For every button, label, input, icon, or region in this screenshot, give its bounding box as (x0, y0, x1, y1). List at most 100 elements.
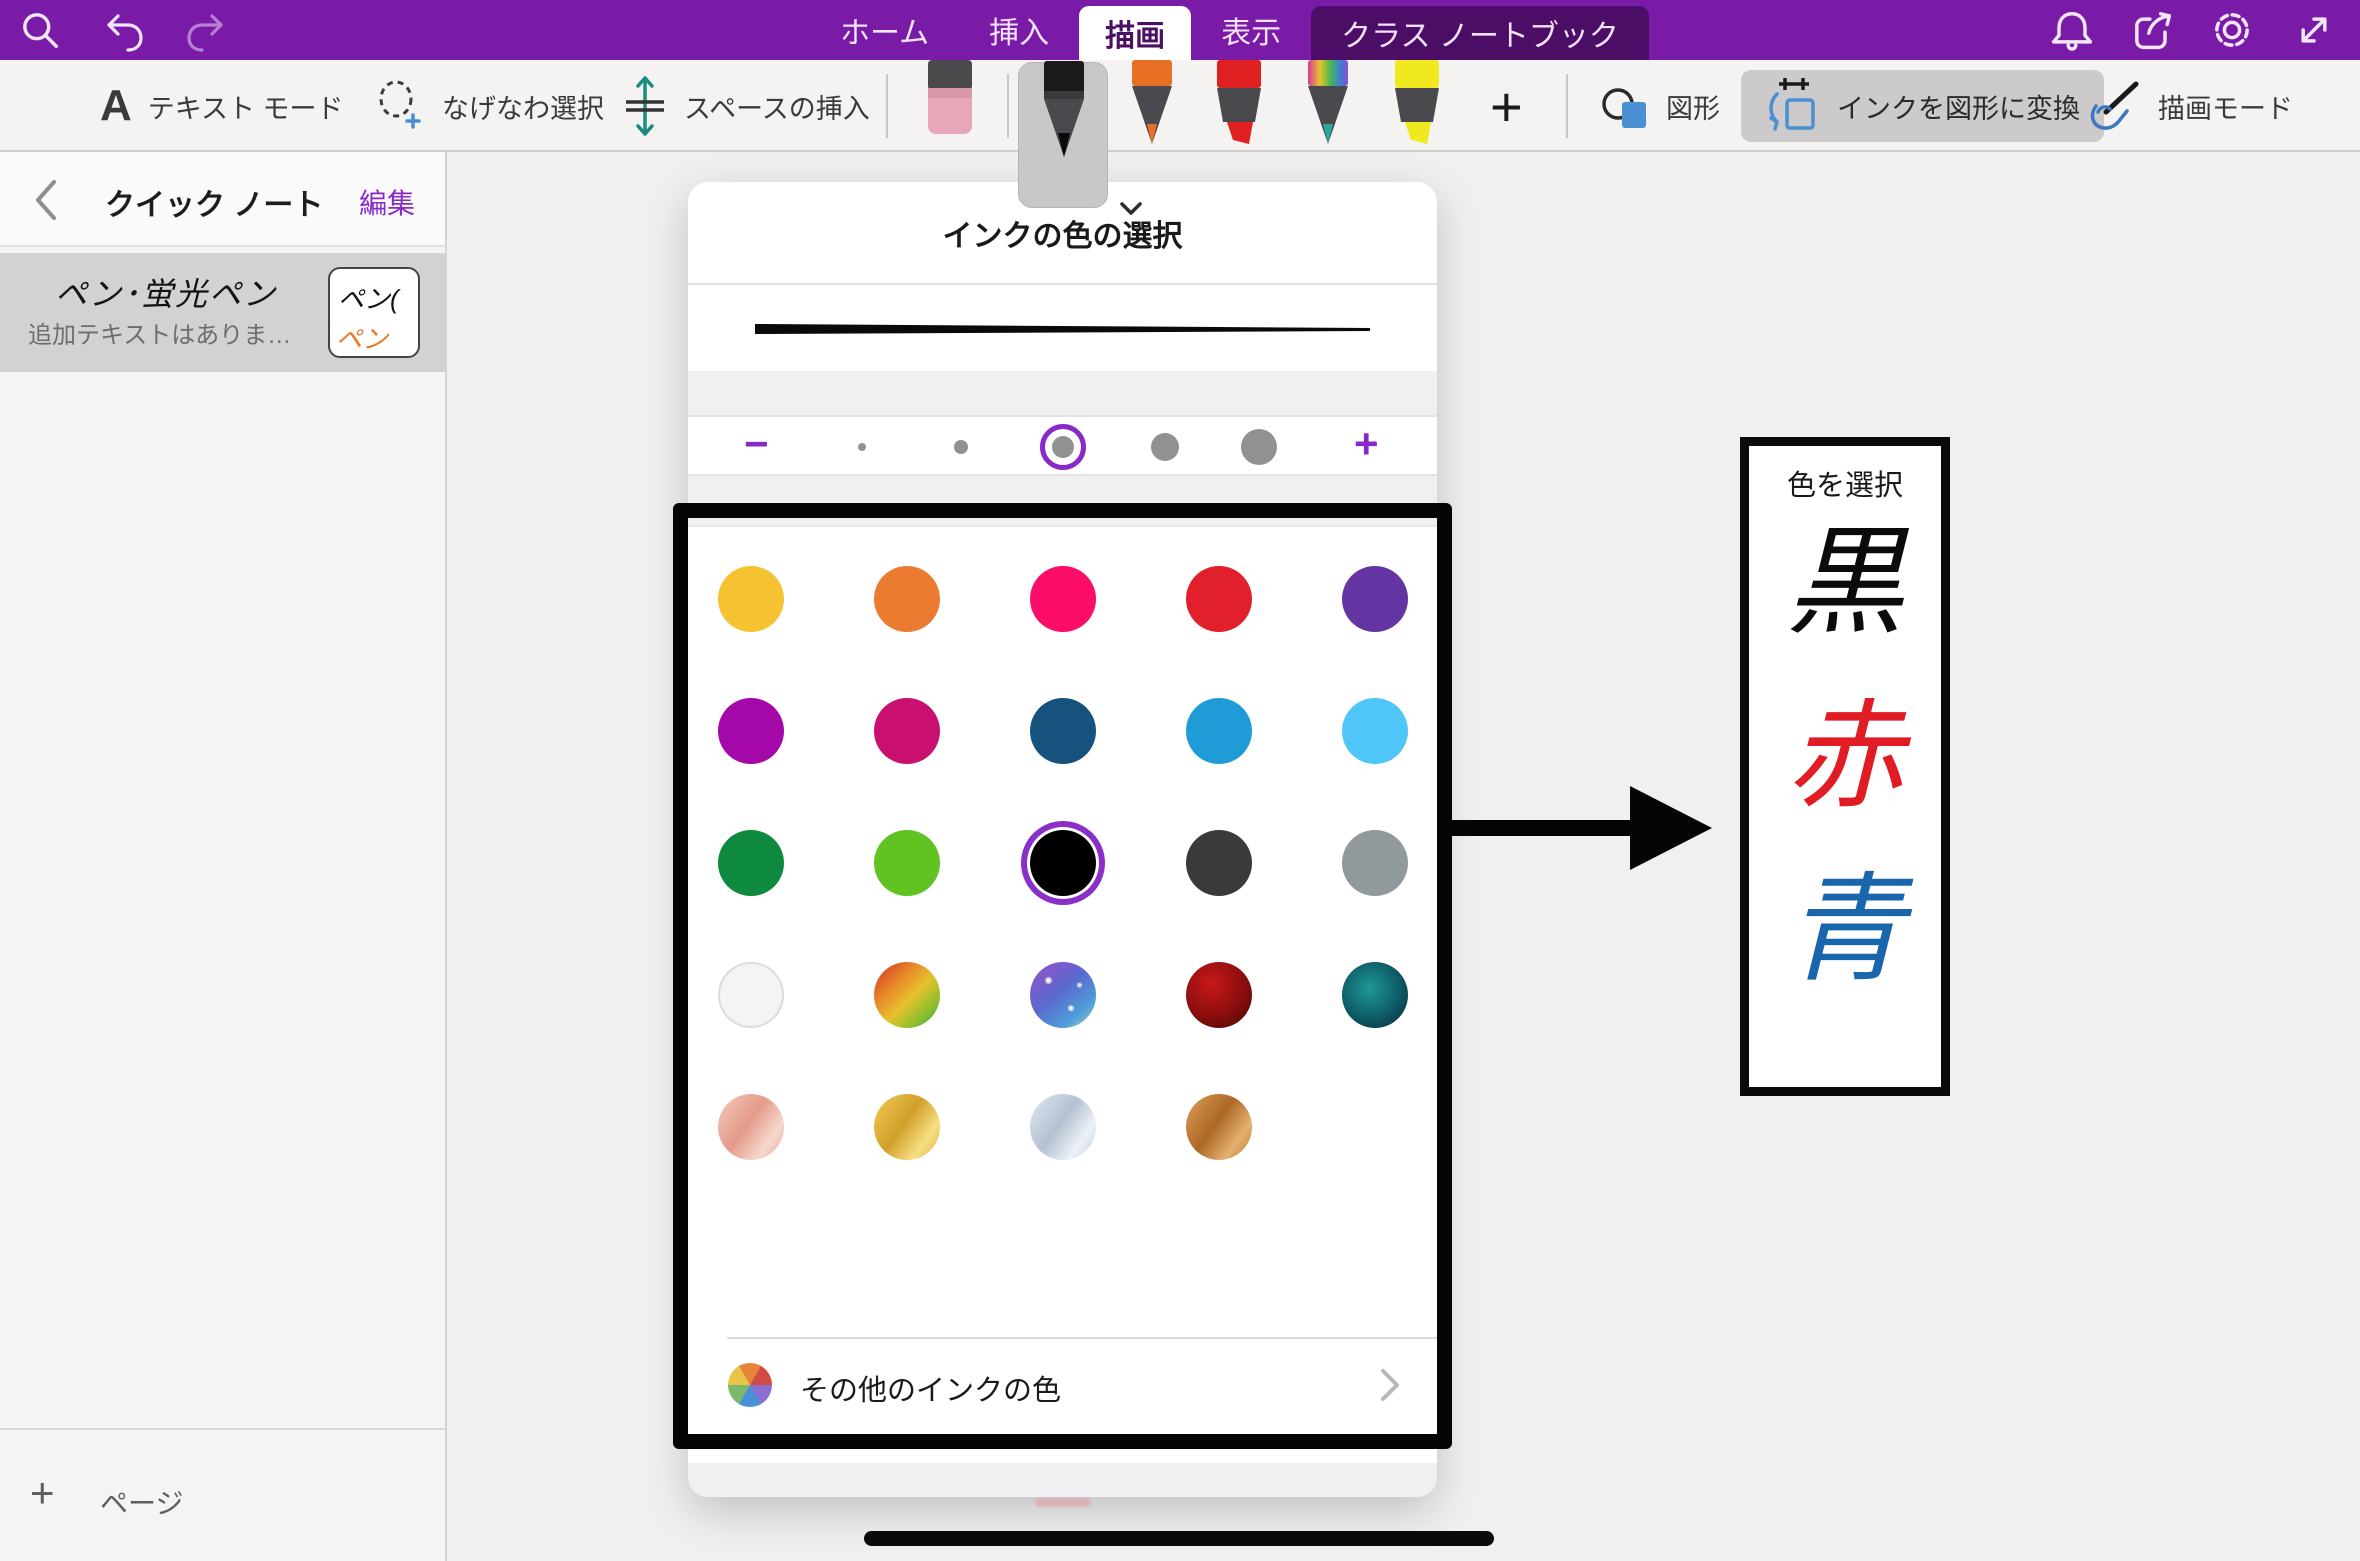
color-swatch-copper[interactable] (1186, 1094, 1252, 1160)
color-swatch-orange[interactable] (874, 566, 940, 632)
color-swatch-gray[interactable] (1342, 830, 1408, 896)
color-swatch-magenta[interactable] (718, 698, 784, 764)
edit-button[interactable]: 編集 (359, 182, 415, 222)
eraser-tool[interactable] (925, 60, 975, 147)
color-swatch-teal-ocean[interactable] (1342, 962, 1408, 1028)
insert-space-button[interactable]: スペースの挿入 (622, 60, 870, 152)
undo-icon[interactable] (96, 4, 148, 56)
faint-ink-smudge (1035, 1498, 1091, 1507)
share-icon[interactable] (2126, 4, 2178, 56)
notifications-bell-icon[interactable] (2046, 4, 2098, 56)
red-highlighter-tool[interactable] (1209, 60, 1269, 169)
tab-view[interactable]: 表示 (1191, 0, 1311, 60)
stroke-size-row: − + (688, 419, 1437, 476)
tab-class-notebook[interactable]: クラス ノートブック (1311, 6, 1649, 60)
notebook-section-title: クイック ノート (105, 180, 323, 224)
toolbar-separator (886, 74, 888, 138)
color-swatch-white[interactable] (718, 962, 784, 1028)
size-dot-selected-ring (1040, 424, 1086, 470)
popup-bottom-band (688, 1463, 1437, 1497)
black-pen-tool-selected[interactable] (1018, 62, 1108, 208)
tab-home-label: ホーム (840, 8, 929, 52)
draw-mode-hand-icon (2086, 78, 2142, 134)
onenote-app: ホーム 挿入 描画 表示 クラス ノートブック A テキスト モード なげ (0, 0, 2360, 1561)
shapes-button[interactable]: 図形 (1598, 60, 1720, 152)
text-mode-button[interactable]: A テキスト モード (100, 60, 343, 152)
color-swatch-red-marble[interactable] (1186, 962, 1252, 1028)
size-dot-0[interactable] (858, 443, 866, 451)
color-swatch-rainbow-glitter[interactable] (874, 962, 940, 1028)
convert-ink-label: インクを図形に変換 (1837, 87, 2080, 126)
add-pen-plus-icon: + (1490, 74, 1523, 139)
tab-class-notebook-label: クラス ノートブック (1341, 11, 1619, 55)
size-increase-button[interactable]: + (1354, 423, 1379, 465)
color-legend-title: 色を選択 (1749, 462, 1941, 504)
handwritten-kanji: 赤 (1786, 684, 1904, 832)
handwritten-kanji-list: 黒赤青 (1749, 510, 1941, 1005)
arrow-head (1630, 786, 1712, 870)
tab-home[interactable]: ホーム (810, 0, 959, 60)
lasso-select-button[interactable]: なげなわ選択 (374, 60, 604, 152)
arrow-tail (1440, 820, 1648, 836)
back-chevron-icon[interactable] (30, 178, 60, 227)
stroke-preview (688, 287, 1437, 371)
color-swatch-dark-gray[interactable] (1186, 830, 1252, 896)
size-dot-4[interactable] (1241, 429, 1277, 465)
rainbow-pen-tool[interactable] (1300, 60, 1356, 169)
add-page-button[interactable]: + ページ (0, 1428, 445, 1561)
color-swatch-galaxy[interactable] (1030, 962, 1096, 1028)
page-list-item-selected[interactable]: ペン･蛍光ペン 追加テキストはありま… ペン( ペン (0, 253, 445, 372)
color-swatch-blue[interactable] (1186, 698, 1252, 764)
color-swatch-yellow[interactable] (718, 566, 784, 632)
color-swatch-light-green[interactable] (874, 830, 940, 896)
color-swatch-green[interactable] (718, 830, 784, 896)
thumbnail-ink-black: ペン( (338, 279, 399, 316)
ink-horizontal-stroke (864, 1531, 1494, 1546)
size-dot-1[interactable] (954, 440, 968, 454)
ink-color-popup: インクの色の選択 − + その他のインクの色 (688, 182, 1437, 1497)
page-subtitle: 追加テキストはありま… (28, 315, 291, 350)
ribbon-tabs: ホーム 挿入 描画 表示 クラス ノートブック (810, 0, 1649, 60)
page-list-sidebar: クイック ノート 編集 ペン･蛍光ペン 追加テキストはありま… ペン( ペン +… (0, 152, 447, 1561)
tab-insert-label: 挿入 (989, 8, 1049, 52)
more-ink-colors-label: その他のインクの色 (800, 1367, 1061, 1409)
convert-ink-to-shape-button[interactable]: インクを図形に変換 (1741, 70, 2104, 142)
page-title-handwritten: ペン･蛍光ペン (55, 269, 277, 315)
draw-mode-button[interactable]: 描画モード (2086, 60, 2293, 152)
redo-icon[interactable] (182, 4, 234, 56)
color-swatch-light-blue[interactable] (1342, 698, 1408, 764)
settings-gear-icon[interactable] (2206, 4, 2258, 56)
color-swatch-gold[interactable] (874, 1094, 940, 1160)
color-swatch-purple[interactable] (1342, 566, 1408, 632)
tab-view-label: 表示 (1221, 8, 1281, 52)
color-legend-box: 色を選択 黒赤青 (1740, 437, 1950, 1096)
add-pen-button[interactable]: + (1490, 60, 1523, 152)
size-dot-3[interactable] (1151, 433, 1179, 461)
fullscreen-expand-icon[interactable] (2288, 4, 2340, 56)
more-ink-colors-row[interactable]: その他のインクの色 (688, 1339, 1437, 1431)
handwritten-kanji: 黒 (1786, 510, 1904, 658)
search-icon[interactable] (14, 4, 66, 56)
color-swatch-dark-blue[interactable] (1030, 698, 1096, 764)
color-swatch-dark-pink[interactable] (874, 698, 940, 764)
color-swatch-black[interactable] (1030, 830, 1096, 896)
tab-draw[interactable]: 描画 (1079, 6, 1191, 60)
add-page-plus-icon: + (30, 1472, 55, 1514)
yellow-highlighter-tool[interactable] (1387, 60, 1447, 169)
orange-pen-tool[interactable] (1124, 60, 1180, 169)
color-swatch-red[interactable] (1186, 566, 1252, 632)
chevron-right-icon (1379, 1367, 1401, 1408)
lasso-icon (374, 77, 426, 135)
text-mode-icon: A (100, 81, 132, 131)
tab-draw-label: 描画 (1105, 11, 1165, 55)
color-swatch-rose-gold[interactable] (718, 1094, 784, 1160)
page-thumbnail: ペン( ペン (328, 267, 420, 358)
toolbar-separator (1007, 74, 1009, 138)
size-decrease-button[interactable]: − (744, 423, 769, 465)
insert-space-label: スペースの挿入 (684, 87, 870, 126)
tab-insert[interactable]: 挿入 (959, 0, 1079, 60)
color-swatch-silver[interactable] (1030, 1094, 1096, 1160)
color-swatch-pink[interactable] (1030, 566, 1096, 632)
insert-space-icon (622, 73, 668, 139)
convert-ink-icon (1765, 76, 1821, 136)
